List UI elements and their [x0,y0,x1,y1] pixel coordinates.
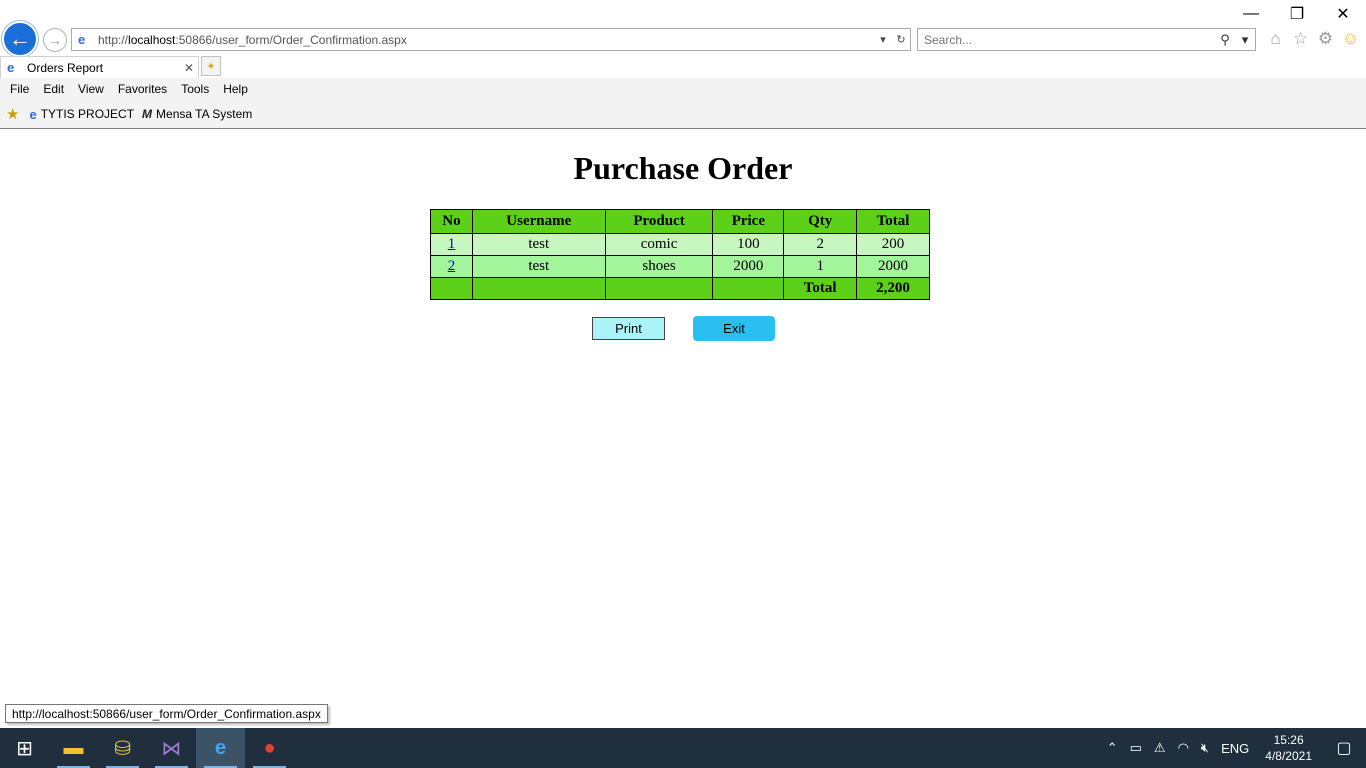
menu-file[interactable]: File [4,82,35,96]
back-arrow-icon: ← [9,26,31,51]
col-product: Product [604,209,714,234]
taskbar-file-explorer[interactable]: ▬ [49,728,98,768]
chrome-icon: ● [263,736,276,759]
m-icon: M [142,107,153,121]
favorite-mensa-ta-system[interactable]: M Mensa TA System [142,107,252,121]
folder-icon: ▬ [63,736,84,759]
orders-table: No Username Product Price Qty Total 1 te… [430,209,930,300]
taskbar-internet-explorer[interactable]: e [196,728,245,768]
favorites-bar: ★ e TYTIS PROJECT M Mensa TA System [0,100,1366,128]
footer-total-label: Total [783,277,858,300]
internet-explorer-icon: e [214,736,227,759]
home-icon[interactable]: ⌂ [1266,28,1285,50]
table-footer-row: Total 2,200 [430,277,930,300]
cell-total: 2000 [856,255,930,278]
col-no: No [430,209,473,234]
search-box[interactable]: ⚲ ▾ [917,28,1256,51]
refresh-icon[interactable]: ↻ [892,33,910,46]
col-qty: Qty [783,209,858,234]
back-button[interactable]: ← [2,21,38,57]
cell-product: shoes [604,255,714,278]
taskbar: ⊞ ▬ ⛁ ⋈ e ● ⌃ ▭ ⚠ ◠ 🔇︎ ENG 15:26 4/8/202… [0,728,1366,768]
taskbar-database-tool[interactable]: ⛁ [98,728,147,768]
battery-icon[interactable]: ▭ [1124,740,1148,756]
close-tab-icon[interactable]: ✕ [180,61,198,75]
address-url[interactable]: http://localhost:50866/user_form/Order_C… [98,33,874,47]
visual-studio-icon: ⋈ [161,737,182,760]
ie-tab-icon: e [7,60,15,75]
minimize-button[interactable]: — [1228,0,1274,28]
col-total: Total [856,209,930,234]
address-dropdown-icon[interactable]: ▾ [874,33,892,46]
menu-help[interactable]: Help [217,82,254,96]
favorite-tytis-project[interactable]: e TYTIS PROJECT [29,107,134,122]
notification-center-icon[interactable]: ▢ [1322,728,1366,768]
cell-product: comic [604,233,714,256]
network-warning-icon[interactable]: ⚠ [1148,740,1172,756]
toolbar-icons: ⌂ ☆ ⚙ ☺ [1266,28,1360,50]
row-link[interactable]: 1 [448,236,456,252]
wifi-icon[interactable]: ◠ [1172,740,1195,756]
feedback-smiley-icon[interactable]: ☺ [1341,28,1360,50]
language-indicator[interactable]: ENG [1215,741,1255,756]
print-button[interactable]: Print [592,317,665,340]
clock[interactable]: 15:26 4/8/2021 [1255,732,1322,764]
tray-expand-icon[interactable]: ⌃ [1101,740,1124,756]
database-icon: ⛁ [114,737,131,760]
menu-view[interactable]: View [72,82,110,96]
menu-tools[interactable]: Tools [175,82,215,96]
ie-page-icon: e [78,31,86,47]
table-header-row: No Username Product Price Qty Total [430,209,930,234]
favorites-add-icon[interactable]: ★ [6,105,19,123]
table-row: 2 test shoes 2000 1 2000 [430,255,930,278]
clock-time: 15:26 [1273,733,1304,747]
search-input[interactable] [924,32,1215,47]
volume-muted-icon[interactable]: 🔇︎ [1195,740,1215,756]
cell-qty: 2 [783,233,858,256]
forward-arrow-icon: → [48,32,62,48]
taskbar-chrome[interactable]: ● [245,728,294,768]
gear-icon[interactable]: ⚙ [1316,28,1335,50]
status-url-tooltip: http://localhost:50866/user_form/Order_C… [5,704,328,723]
cell-qty: 1 [783,255,858,278]
menu-bar: File Edit View Favorites Tools Help [0,78,1366,100]
cell-price: 100 [712,233,785,256]
menu-favorites[interactable]: Favorites [112,82,173,96]
ie-icon: e [29,106,37,122]
page-content: Purchase Order No Username Product Price… [0,130,1366,728]
clock-date: 4/8/2021 [1265,749,1312,763]
cell-username: test [471,233,606,256]
footer-total-value: 2,200 [856,277,930,300]
col-username: Username [471,209,606,234]
address-bar[interactable]: e http://localhost:50866/user_form/Order… [71,28,911,51]
table-row: 1 test comic 100 2 200 [430,233,930,256]
system-tray: ⌃ ▭ ⚠ ◠ 🔇︎ ENG 15:26 4/8/2021 ▢ [1101,728,1366,768]
restore-button[interactable]: ❐ [1274,0,1320,28]
search-icon[interactable]: ⚲ [1215,32,1235,48]
page-title: Purchase Order [573,150,793,186]
cell-total: 200 [856,233,930,256]
search-dropdown-icon[interactable]: ▾ [1235,32,1255,48]
col-price: Price [712,209,785,234]
row-link[interactable]: 2 [448,258,456,274]
tab-orders-report[interactable]: e Orders Report ✕ [0,56,199,78]
menu-edit[interactable]: Edit [37,82,70,96]
windows-icon: ⊞ [16,737,33,760]
taskbar-visual-studio[interactable]: ⋈ [147,728,196,768]
new-tab-button[interactable]: ✦ [201,56,221,76]
window-controls: — ❐ ✕ [1228,0,1366,28]
close-window-button[interactable]: ✕ [1320,0,1366,28]
exit-button[interactable]: Exit [693,316,775,341]
forward-button[interactable]: → [43,28,67,52]
cell-price: 2000 [712,255,785,278]
cell-username: test [471,255,606,278]
start-button[interactable]: ⊞ [0,728,49,768]
new-tab-icon: ✦ [206,60,216,73]
favorites-star-icon[interactable]: ☆ [1291,28,1310,50]
tab-title: Orders Report [27,60,104,75]
browser-chrome: — ❐ ✕ ← → e http://localhost:50866/user_… [0,0,1366,129]
